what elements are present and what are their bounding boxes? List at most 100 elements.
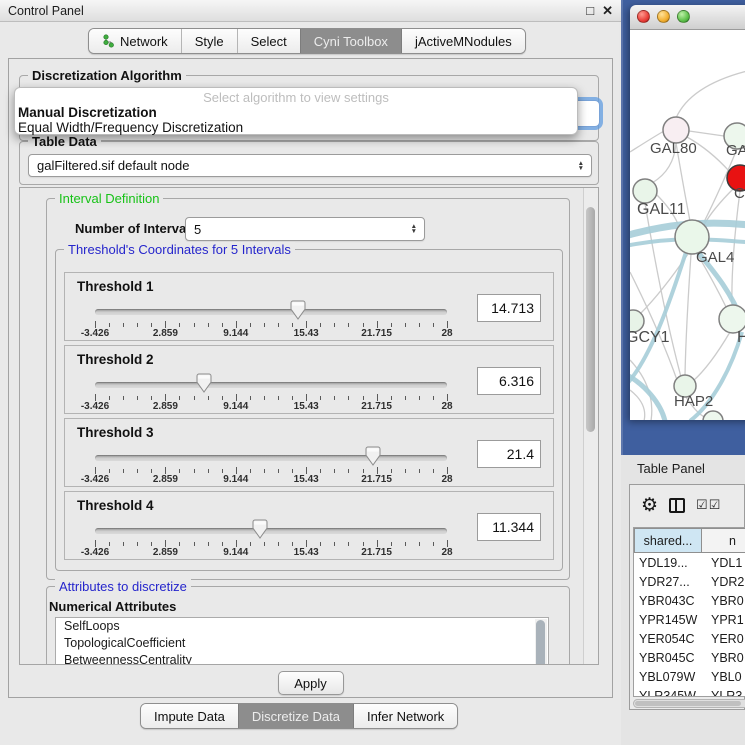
cyni-bottom-tabbar: Impute DataDiscretize DataInfer Network: [140, 703, 458, 729]
gear-icon[interactable]: ⚙: [641, 496, 658, 515]
zoom-traffic-light-icon[interactable]: [677, 10, 690, 23]
bottom-tab-discretize-data[interactable]: Discretize Data: [238, 704, 353, 728]
algorithm-option-manual-discretization[interactable]: Manual Discretization: [15, 105, 577, 120]
threshold-value-field[interactable]: 11.344: [477, 513, 541, 541]
network-canvas[interactable]: GAL80 GA C GAL11 GAL4 GCY1 H HAP2: [630, 30, 745, 420]
apply-button[interactable]: Apply: [278, 671, 344, 695]
table-row[interactable]: YLR345WYLR3: [634, 686, 745, 697]
close-traffic-light-icon[interactable]: [637, 10, 650, 23]
tick-mark: [278, 396, 279, 400]
tick-mark: [292, 396, 293, 400]
control-panel-window: Control Panel □ ✕ NetworkStyleSelectCyni…: [0, 0, 621, 745]
tick-mark: [306, 467, 307, 474]
threshold-value-field[interactable]: 6.316: [477, 367, 541, 395]
table-data-combobox[interactable]: galFiltered.sif default node ▲▼: [28, 154, 592, 177]
split-table-icon[interactable]: [669, 498, 685, 513]
table-cell: YDR2: [707, 575, 745, 589]
tab-select[interactable]: Select: [237, 29, 300, 53]
table-horizontal-scrollbar[interactable]: [633, 699, 745, 708]
minimize-traffic-light-icon[interactable]: [657, 10, 670, 23]
tab-cyni-toolbox[interactable]: Cyni Toolbox: [300, 29, 401, 53]
table-row[interactable]: YPR145WYPR1: [634, 610, 745, 629]
slider-track[interactable]: [95, 309, 447, 315]
table-data-groupbox-label: Table Data: [28, 134, 101, 149]
thresholds-groupbox-label: Threshold's Coordinates for 5 Intervals: [64, 242, 295, 257]
slider-thumb[interactable]: [365, 446, 381, 466]
tick-mark: [222, 469, 223, 473]
slider-track[interactable]: [95, 382, 447, 388]
numerical-attributes-list[interactable]: SelfLoopsTopologicalCoefficientBetweenne…: [55, 617, 549, 665]
attribute-list-item[interactable]: SelfLoops: [56, 618, 548, 635]
table-panel-title: Table Panel: [637, 461, 705, 476]
node-attribute-table[interactable]: shared...n YDL19...YDL1YDR27...YDR2YBR04…: [633, 527, 745, 697]
slider-thumb[interactable]: [196, 373, 212, 393]
table-panel-body: ⚙ ☑☑ shared...n YDL19...YDL1YDR27...YDR2…: [629, 484, 745, 710]
algorithm-option-equal-width-frequency-discretization[interactable]: Equal Width/Frequency Discretization: [15, 120, 577, 135]
float-window-icon[interactable]: □: [586, 3, 594, 19]
table-header-row: shared...n: [634, 528, 745, 553]
numerical-attributes-label: Numerical Attributes: [49, 599, 176, 614]
table-data-combobox-value: galFiltered.sif default node: [37, 158, 189, 173]
tick-mark: [165, 394, 166, 401]
tick-label: 2.859: [135, 328, 195, 339]
tick-label: 9.144: [206, 474, 266, 485]
settings-vertical-scrollbar[interactable]: [583, 188, 598, 664]
tab-jactivemnodules[interactable]: jActiveMNodules: [401, 29, 525, 53]
tick-mark: [447, 321, 448, 328]
tick-mark: [348, 542, 349, 546]
tab-network[interactable]: Network: [89, 29, 181, 53]
table-row[interactable]: YDR27...YDR2: [634, 572, 745, 591]
slider-track[interactable]: [95, 528, 447, 534]
list-scrollbar[interactable]: [535, 619, 547, 665]
slider-thumb[interactable]: [290, 300, 306, 320]
tick-mark: [447, 467, 448, 474]
number-of-intervals-combobox[interactable]: 5 ▲▼: [185, 217, 425, 241]
tick-mark: [320, 469, 321, 473]
tick-mark: [236, 321, 237, 328]
bottom-tab-impute-data[interactable]: Impute Data: [141, 704, 238, 728]
tick-mark: [405, 542, 406, 546]
table-row[interactable]: YBL079WYBL0: [634, 667, 745, 686]
attribute-list-item[interactable]: TopologicalCoefficient: [56, 635, 548, 652]
tick-mark: [391, 542, 392, 546]
tick-label: 21.715: [347, 328, 407, 339]
table-row[interactable]: YBR045CYBR0: [634, 648, 745, 667]
bottom-tab-infer-network[interactable]: Infer Network: [353, 704, 457, 728]
node-label-gal11: GAL11: [637, 201, 686, 218]
tick-mark: [165, 540, 166, 547]
table-data-groupbox: Table Data galFiltered.sif default node …: [19, 141, 599, 185]
tick-mark: [348, 323, 349, 327]
tick-mark: [208, 323, 209, 327]
table-row[interactable]: YBR043CYBR0: [634, 591, 745, 610]
tick-mark: [222, 542, 223, 546]
control-panel-titlebar: Control Panel □ ✕: [0, 0, 621, 22]
algorithm-dropdown-popup: Select algorithm to view settings Manual…: [14, 87, 578, 135]
threshold-value-field[interactable]: 21.4: [477, 440, 541, 468]
tick-mark: [179, 469, 180, 473]
tick-mark: [377, 394, 378, 401]
table-row[interactable]: YDL19...YDL1: [634, 553, 745, 572]
tick-mark: [433, 469, 434, 473]
table-cell: YBL079W: [634, 670, 707, 684]
threshold-value-field[interactable]: 14.713: [477, 294, 541, 322]
tick-mark: [250, 542, 251, 546]
tick-mark: [109, 323, 110, 327]
slider-thumb[interactable]: [252, 519, 268, 539]
attribute-list-item[interactable]: BetweennessCentrality: [56, 652, 548, 665]
close-window-icon[interactable]: ✕: [602, 3, 613, 19]
tab-style[interactable]: Style: [181, 29, 237, 53]
attributes-groupbox: Attributes to discretize Numerical Attri…: [46, 586, 570, 665]
slider-track[interactable]: [95, 455, 447, 461]
node-label-gal4: GAL4: [696, 249, 734, 266]
tick-mark: [419, 469, 420, 473]
threshold-row-1: Threshold 1-3.4262.8599.14415.4321.71528…: [64, 272, 554, 341]
tick-label: 21.715: [347, 474, 407, 485]
table-row[interactable]: YER054CYER0: [634, 629, 745, 648]
table-cell: YLR345W: [634, 689, 707, 698]
node-label-gcy1: GCY1: [630, 329, 670, 346]
tick-mark: [419, 323, 420, 327]
table-column-header[interactable]: n: [702, 528, 745, 553]
checkbox-icons[interactable]: ☑☑: [696, 497, 721, 513]
tick-mark: [236, 394, 237, 401]
table-column-header[interactable]: shared...: [634, 528, 702, 553]
